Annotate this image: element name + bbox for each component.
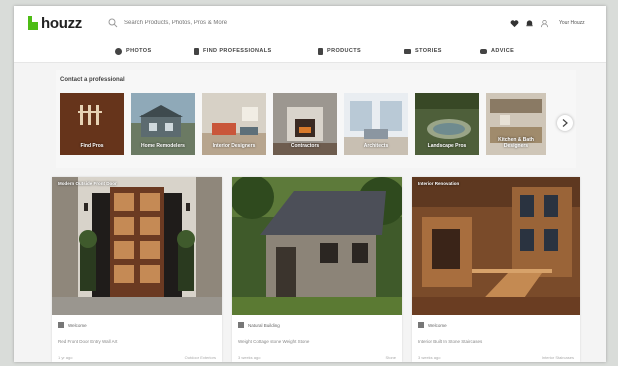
photo-card[interactable]: Natural Building Weight Cottage stone We… [232,177,402,362]
avatar [238,322,244,328]
search-input[interactable] [124,20,414,26]
pro-tile-interior-designers[interactable]: Interior Designers [202,93,266,155]
search-bar[interactable] [108,16,428,30]
user-icon[interactable] [540,19,549,28]
card-time: 1 yr ago [58,355,73,360]
pro-tile-architects[interactable]: Architects [344,93,408,155]
nav-label: ADVICE [491,48,515,54]
nav-label: STORIES [415,48,442,54]
card-photo[interactable] [232,177,402,315]
card-description[interactable]: Weight Cottage stone Weight Stone [238,339,309,344]
card-title: Modern Outside Front Door [58,181,117,186]
card-description[interactable]: Red Front Door Entry Wall Art [58,339,117,344]
nav-advice[interactable]: ADVICE [480,46,514,56]
pro-tile-label: Landscape Pros [427,143,467,149]
pro-tile-find-pros[interactable]: Find Pros [60,93,124,155]
your-houzz-link[interactable]: Your Houzz [559,20,585,26]
camera-icon [115,47,122,55]
chat-icon [480,48,487,54]
heart-icon[interactable] [510,19,519,28]
card-author[interactable]: Natural Building [248,323,280,328]
pro-tile-contractors[interactable]: Contractors [273,93,337,155]
pro-tile-label: Home Remodelers [141,143,185,149]
person-icon [194,47,199,55]
top-bar: houzz Your Houzz [14,6,606,40]
nav-stories[interactable]: STORIES [404,46,442,56]
logo-text: houzz [41,14,82,32]
main-nav: PHOTOS FIND PROFESSIONALS PRODUCTS STORI… [14,40,606,63]
card-photo[interactable]: Modern Outside Front Door [52,177,222,315]
card-author[interactable]: Welcome [68,323,87,328]
card-author[interactable]: Welcome [428,323,447,328]
carousel-next-button[interactable] [557,115,573,131]
card-photo[interactable]: Interior Renovation [412,177,580,315]
top-icons: Your Houzz [510,17,585,29]
card-description[interactable]: Interior Built In Stone Staircases [418,339,482,344]
nav-label: PRODUCTS [327,48,362,54]
front-door-photo [52,177,222,315]
browser-screen: houzz Your Houzz PHOTOS [14,6,606,362]
photo-card[interactable]: Interior Renovation Welcome Interior Bui… [412,177,580,362]
bell-icon[interactable] [525,19,534,28]
pro-tile-label: Contractors [290,143,320,149]
interior-photo [412,177,580,315]
pro-tile-label: Kitchen & Bath Designers [498,137,534,149]
book-icon [404,48,411,54]
card-time: 3 weeks ago [418,355,441,360]
nav-label: FIND PROFESSIONALS [203,48,272,54]
lamp-icon [318,47,323,55]
search-icon [108,18,118,28]
avatar [58,322,64,328]
nav-find-professionals[interactable]: FIND PROFESSIONALS [194,46,272,56]
photo-card[interactable]: Modern Outside Front Door Welcome Red Fr… [52,177,222,362]
nav-photos[interactable]: PHOTOS [115,46,152,56]
contact-pro-title: Contact a professional [60,77,125,83]
chevron-right-icon [562,119,568,127]
nav-label: PHOTOS [126,48,152,54]
houzz-logo[interactable]: houzz [28,13,82,33]
pro-tile-label: Interior Designers [212,143,256,149]
card-title: Interior Renovation [418,181,460,186]
pro-tile-label: Find Pros [80,143,104,149]
card-meta: Outdoor Exteriors [184,355,216,360]
pro-tile-home-remodelers[interactable]: Home Remodelers [131,93,195,155]
pro-tile-label: Architects [363,143,389,149]
pro-tile-landscape-pros[interactable]: Landscape Pros [415,93,479,155]
stone-cottage-photo [232,177,402,315]
card-meta: Stone [385,355,396,360]
houzz-logo-mark-icon [28,16,38,30]
card-meta: Interior Staircases [541,355,574,360]
pro-tile-kitchen-bath[interactable]: Kitchen & Bath Designers [486,93,546,155]
main-content: Contact a professional Find Pros Home Re… [14,63,606,362]
card-time: 3 weeks ago [238,355,261,360]
nav-products[interactable]: PRODUCTS [318,46,361,56]
avatar [418,322,424,328]
